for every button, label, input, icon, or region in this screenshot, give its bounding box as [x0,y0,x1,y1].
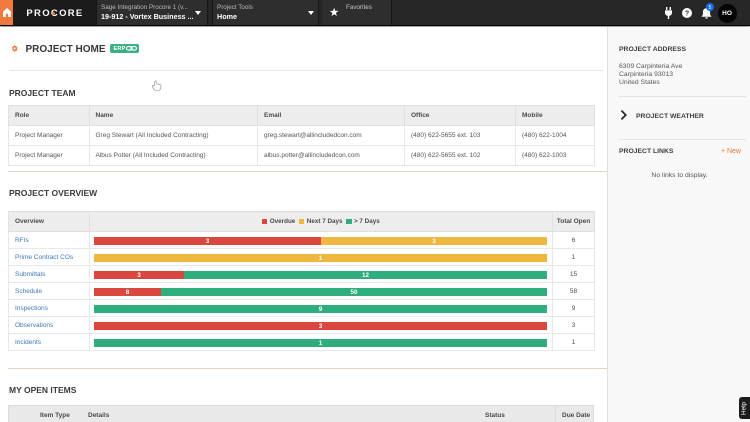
svg-text:?: ? [685,10,689,17]
svg-text:5: 5 [709,5,712,11]
